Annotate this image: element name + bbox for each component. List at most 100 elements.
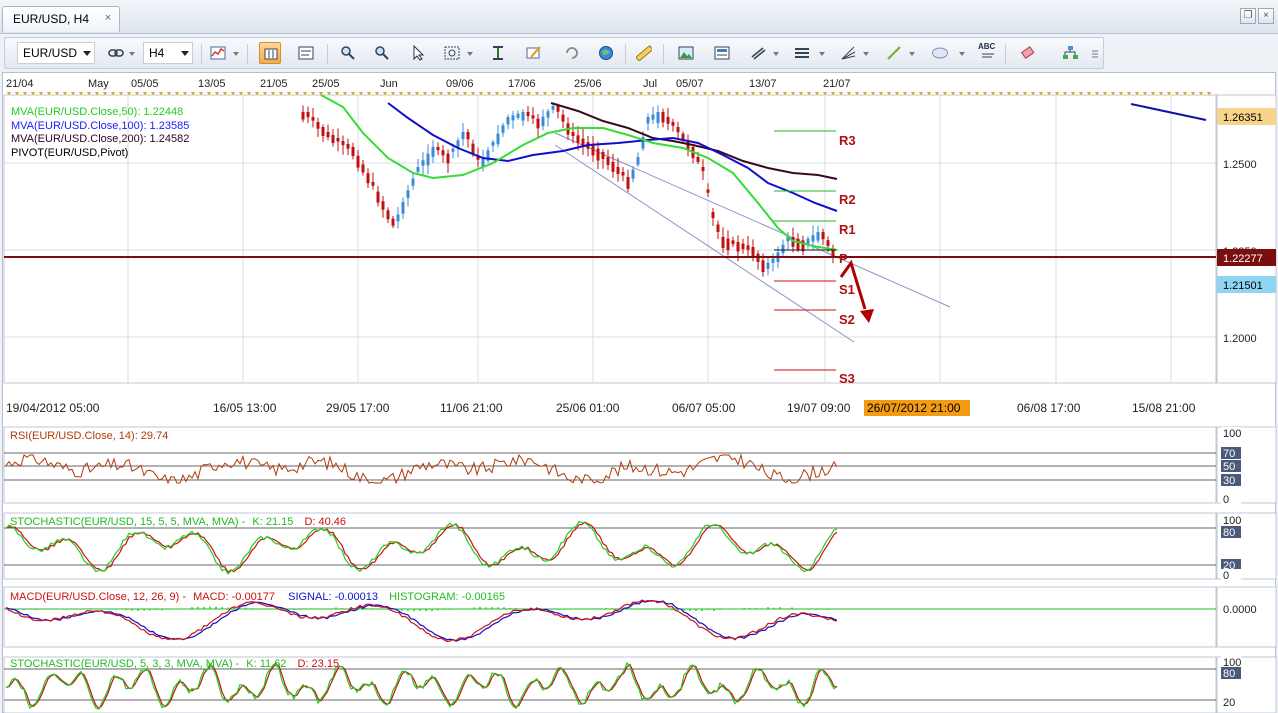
link-icon — [108, 49, 124, 57]
chevron-down-icon[interactable] — [819, 52, 825, 56]
chevron-down-icon[interactable] — [909, 52, 915, 56]
trading-app-window: EUR/USD, H4 × ❐ × EUR/USD H4 ABC 21/04 M… — [0, 0, 1278, 713]
chevron-down-icon[interactable] — [863, 52, 869, 56]
tab-close-icon[interactable]: × — [101, 11, 115, 25]
tab-title: EUR/USD, H4 — [13, 12, 90, 26]
eraser-button[interactable] — [1017, 42, 1039, 64]
candle-body — [326, 132, 330, 138]
candle-body — [561, 114, 565, 122]
legend-ma50: MVA(EUR/USD.Close,50): 1.22448 — [11, 106, 183, 118]
axis-tick: 0 — [1223, 570, 1229, 582]
candle-body — [386, 210, 390, 220]
top-date-tick: Jul — [643, 78, 657, 90]
object-tree-button[interactable] — [1059, 42, 1081, 64]
candle-body — [571, 132, 575, 137]
candle-body — [666, 117, 670, 124]
horizontal-lines-button[interactable] — [791, 42, 813, 64]
restore-window-icon[interactable]: ❐ — [1240, 8, 1256, 24]
chevron-down-icon[interactable] — [773, 52, 779, 56]
candle-body — [456, 140, 460, 148]
link-button[interactable] — [105, 42, 127, 64]
trendline-button[interactable] — [883, 42, 905, 64]
template-button[interactable] — [711, 42, 733, 64]
zoom-out-button[interactable] — [371, 42, 393, 64]
macd-panel[interactable]: MACD(EUR/USD.Close, 12, 26, 9) - MACD: -… — [3, 586, 1277, 648]
stoch2-k-value: K: 11.62 — [246, 658, 286, 670]
crosshair-date-label: 26/07/2012 21:00 — [867, 401, 961, 415]
ellipse-button[interactable] — [929, 42, 951, 64]
toolbar-overflow-button[interactable] — [1087, 42, 1099, 64]
draw-button[interactable] — [523, 42, 545, 64]
candle-body — [651, 114, 655, 120]
candle-body — [761, 260, 765, 272]
symbol-select[interactable]: EUR/USD — [17, 42, 95, 64]
fan-tool-button[interactable] — [837, 42, 859, 64]
bottom-date-axis[interactable]: 19/04/2012 05:00 16/05 13:00 29/05 17:00… — [4, 384, 1216, 416]
date-tick: 15/08 21:00 — [1132, 401, 1196, 415]
chevron-down-icon[interactable] — [233, 52, 239, 56]
r3-label: R3 — [839, 133, 856, 148]
top-date-tick: May — [88, 78, 109, 90]
top-date-tick: 05/05 — [131, 78, 159, 90]
candle-body — [796, 238, 800, 250]
chart-type-button[interactable] — [207, 42, 229, 64]
chart-window-button[interactable] — [295, 42, 317, 64]
price-tick: 1.2000 — [1223, 333, 1257, 345]
text-tool-button[interactable]: ABC — [977, 42, 999, 64]
candle-body — [516, 113, 520, 118]
stoch1-d-value: D: 40.46 — [304, 516, 346, 528]
pivot-price-label: 1.22277 — [1223, 253, 1263, 265]
chevron-down-icon[interactable] — [129, 52, 135, 56]
rsi-panel-frame — [3, 426, 1217, 504]
toolbar-separator — [247, 44, 248, 64]
stochastic-5-panel[interactable]: STOCHASTIC(EUR/USD, 5, 3, 3, MVA, MVA) -… — [3, 656, 1277, 713]
zoom-area-button[interactable] — [441, 42, 463, 64]
cursor-button[interactable] — [407, 42, 429, 64]
candle-body — [591, 145, 595, 156]
candle-body — [821, 232, 825, 240]
candle-body — [506, 117, 510, 125]
tree-icon — [1063, 46, 1078, 59]
candle-body — [826, 240, 830, 246]
price-axis[interactable]: 1.2500 1.2250 1.2000 1.26351 1.22277 1.2… — [1216, 94, 1277, 384]
fit-icon — [493, 46, 503, 60]
eraser-icon — [1020, 46, 1035, 60]
refresh-button[interactable] — [561, 42, 583, 64]
toolbar-separator — [663, 44, 664, 64]
rsi-legend: RSI(EUR/USD.Close, 14): 29.74 — [10, 430, 168, 442]
candle-body — [656, 112, 660, 124]
candlestick-button[interactable] — [259, 42, 281, 64]
top-date-tick: 13/07 — [749, 78, 777, 90]
chart-area[interactable]: 21/04 May 05/05 13/05 21/05 25/05 Jun 09/06 17/0… — [2, 72, 1277, 713]
timeframe-select[interactable]: H4 — [143, 42, 193, 64]
lines-tool-button[interactable] — [747, 42, 769, 64]
zoom-in-button[interactable] — [337, 42, 359, 64]
main-price-panel[interactable]: R3 R2 R1 P S1 S2 S3 MVA(EUR/USD.Close,50… — [3, 94, 1277, 386]
close-window-icon[interactable]: × — [1258, 8, 1274, 24]
export-image-button[interactable] — [675, 42, 697, 64]
candle-body — [806, 238, 810, 244]
candle-body — [711, 212, 715, 219]
stochastic-15-panel[interactable]: STOCHASTIC(EUR/USD, 15, 5, 5, MVA, MVA) … — [3, 512, 1277, 582]
candlestick-icon — [264, 48, 278, 60]
date-tick: 19/07 09:00 — [787, 401, 851, 415]
ruler-button[interactable] — [633, 42, 655, 64]
refresh-icon — [566, 47, 578, 59]
chevron-down-icon[interactable] — [467, 52, 473, 56]
tab-bar: EUR/USD, H4 × ❐ × — [0, 0, 1278, 34]
candle-body — [316, 122, 320, 129]
candle-body — [531, 115, 535, 119]
rsi-panel[interactable]: RSI(EUR/USD.Close, 14): 29.74 100 7050 30 0 — [3, 426, 1277, 506]
trendline-icon — [887, 46, 901, 60]
candle-body — [741, 243, 745, 250]
chart-canvas[interactable]: 21/04 May 05/05 13/05 21/05 25/05 Jun 09/06 17/0… — [3, 73, 1277, 713]
candle-body — [611, 162, 615, 172]
candle-body — [511, 115, 515, 121]
chevron-down-icon[interactable] — [959, 52, 965, 56]
internet-button[interactable] — [595, 42, 617, 64]
tab-eurusd-h4[interactable]: EUR/USD, H4 × — [2, 6, 120, 32]
candle-body — [671, 122, 675, 126]
fit-button[interactable] — [487, 42, 509, 64]
candle-body — [606, 157, 610, 165]
axis-tick: 0 — [1223, 494, 1229, 506]
